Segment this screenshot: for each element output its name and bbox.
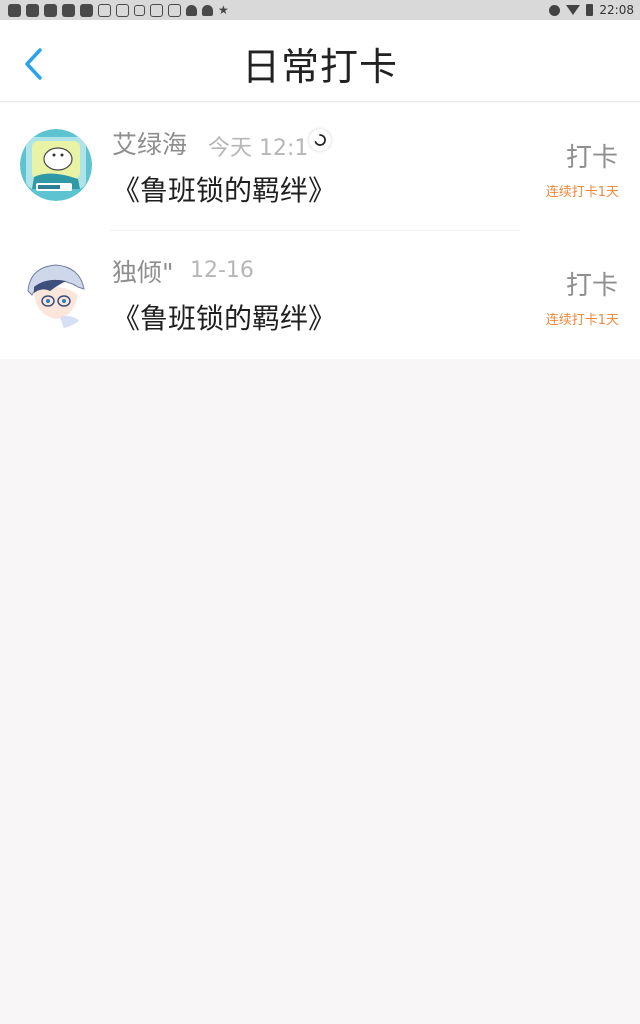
- image-icon: [134, 4, 145, 16]
- star-icon: ★: [218, 3, 229, 17]
- dnd-icon: [549, 4, 561, 16]
- loading-spinner-icon: [309, 129, 331, 151]
- streak-label: 连续打卡1天: [545, 185, 619, 200]
- anime-avatar-icon: [20, 257, 92, 329]
- image-icon: [98, 3, 111, 17]
- avatar[interactable]: [20, 129, 92, 201]
- cartoon-avatar-icon: [20, 129, 92, 201]
- checkin-time: 今天 12:1: [208, 136, 309, 161]
- app-icon: [62, 3, 75, 17]
- notification-icons: ★: [8, 3, 229, 17]
- status-bar: ★ 22:08: [0, 0, 640, 20]
- app-header: 日常打卡: [0, 20, 640, 102]
- checkin-list: 艾绿海 今天 12:1 《鲁班锁的羁绊》 打卡 连续打卡1天 独倾" 12-16: [0, 103, 640, 359]
- book-title[interactable]: 《鲁班锁的羁绊》: [112, 297, 336, 337]
- avatar[interactable]: [20, 257, 92, 329]
- user-name: 独倾": [112, 258, 174, 287]
- streak-label: 连续打卡1天: [545, 313, 619, 328]
- app-icon: [26, 3, 39, 17]
- image-icon: [116, 3, 129, 17]
- mail-icon: [168, 3, 181, 17]
- battery-icon: [586, 4, 594, 16]
- mail-icon: [150, 3, 163, 17]
- bell-icon: [202, 4, 213, 16]
- app-icon: [44, 3, 57, 17]
- list-item[interactable]: 独倾" 12-16 《鲁班锁的羁绊》 打卡 连续打卡1天: [0, 231, 640, 359]
- user-name: 艾绿海: [112, 130, 188, 159]
- wifi-icon: [566, 5, 581, 15]
- list-item[interactable]: 艾绿海 今天 12:1 《鲁班锁的羁绊》 打卡 连续打卡1天: [0, 103, 640, 231]
- app-icon: [8, 3, 21, 17]
- bell-icon: [186, 4, 197, 16]
- checkin-time: 12-16: [190, 258, 254, 283]
- checkin-button[interactable]: 打卡: [566, 137, 618, 174]
- checkin-button[interactable]: 打卡: [566, 265, 618, 302]
- app-icon: [80, 3, 93, 17]
- page-title: 日常打卡: [241, 45, 398, 89]
- book-title[interactable]: 《鲁班锁的羁绊》: [112, 169, 336, 209]
- status-time: 22:08: [599, 3, 634, 17]
